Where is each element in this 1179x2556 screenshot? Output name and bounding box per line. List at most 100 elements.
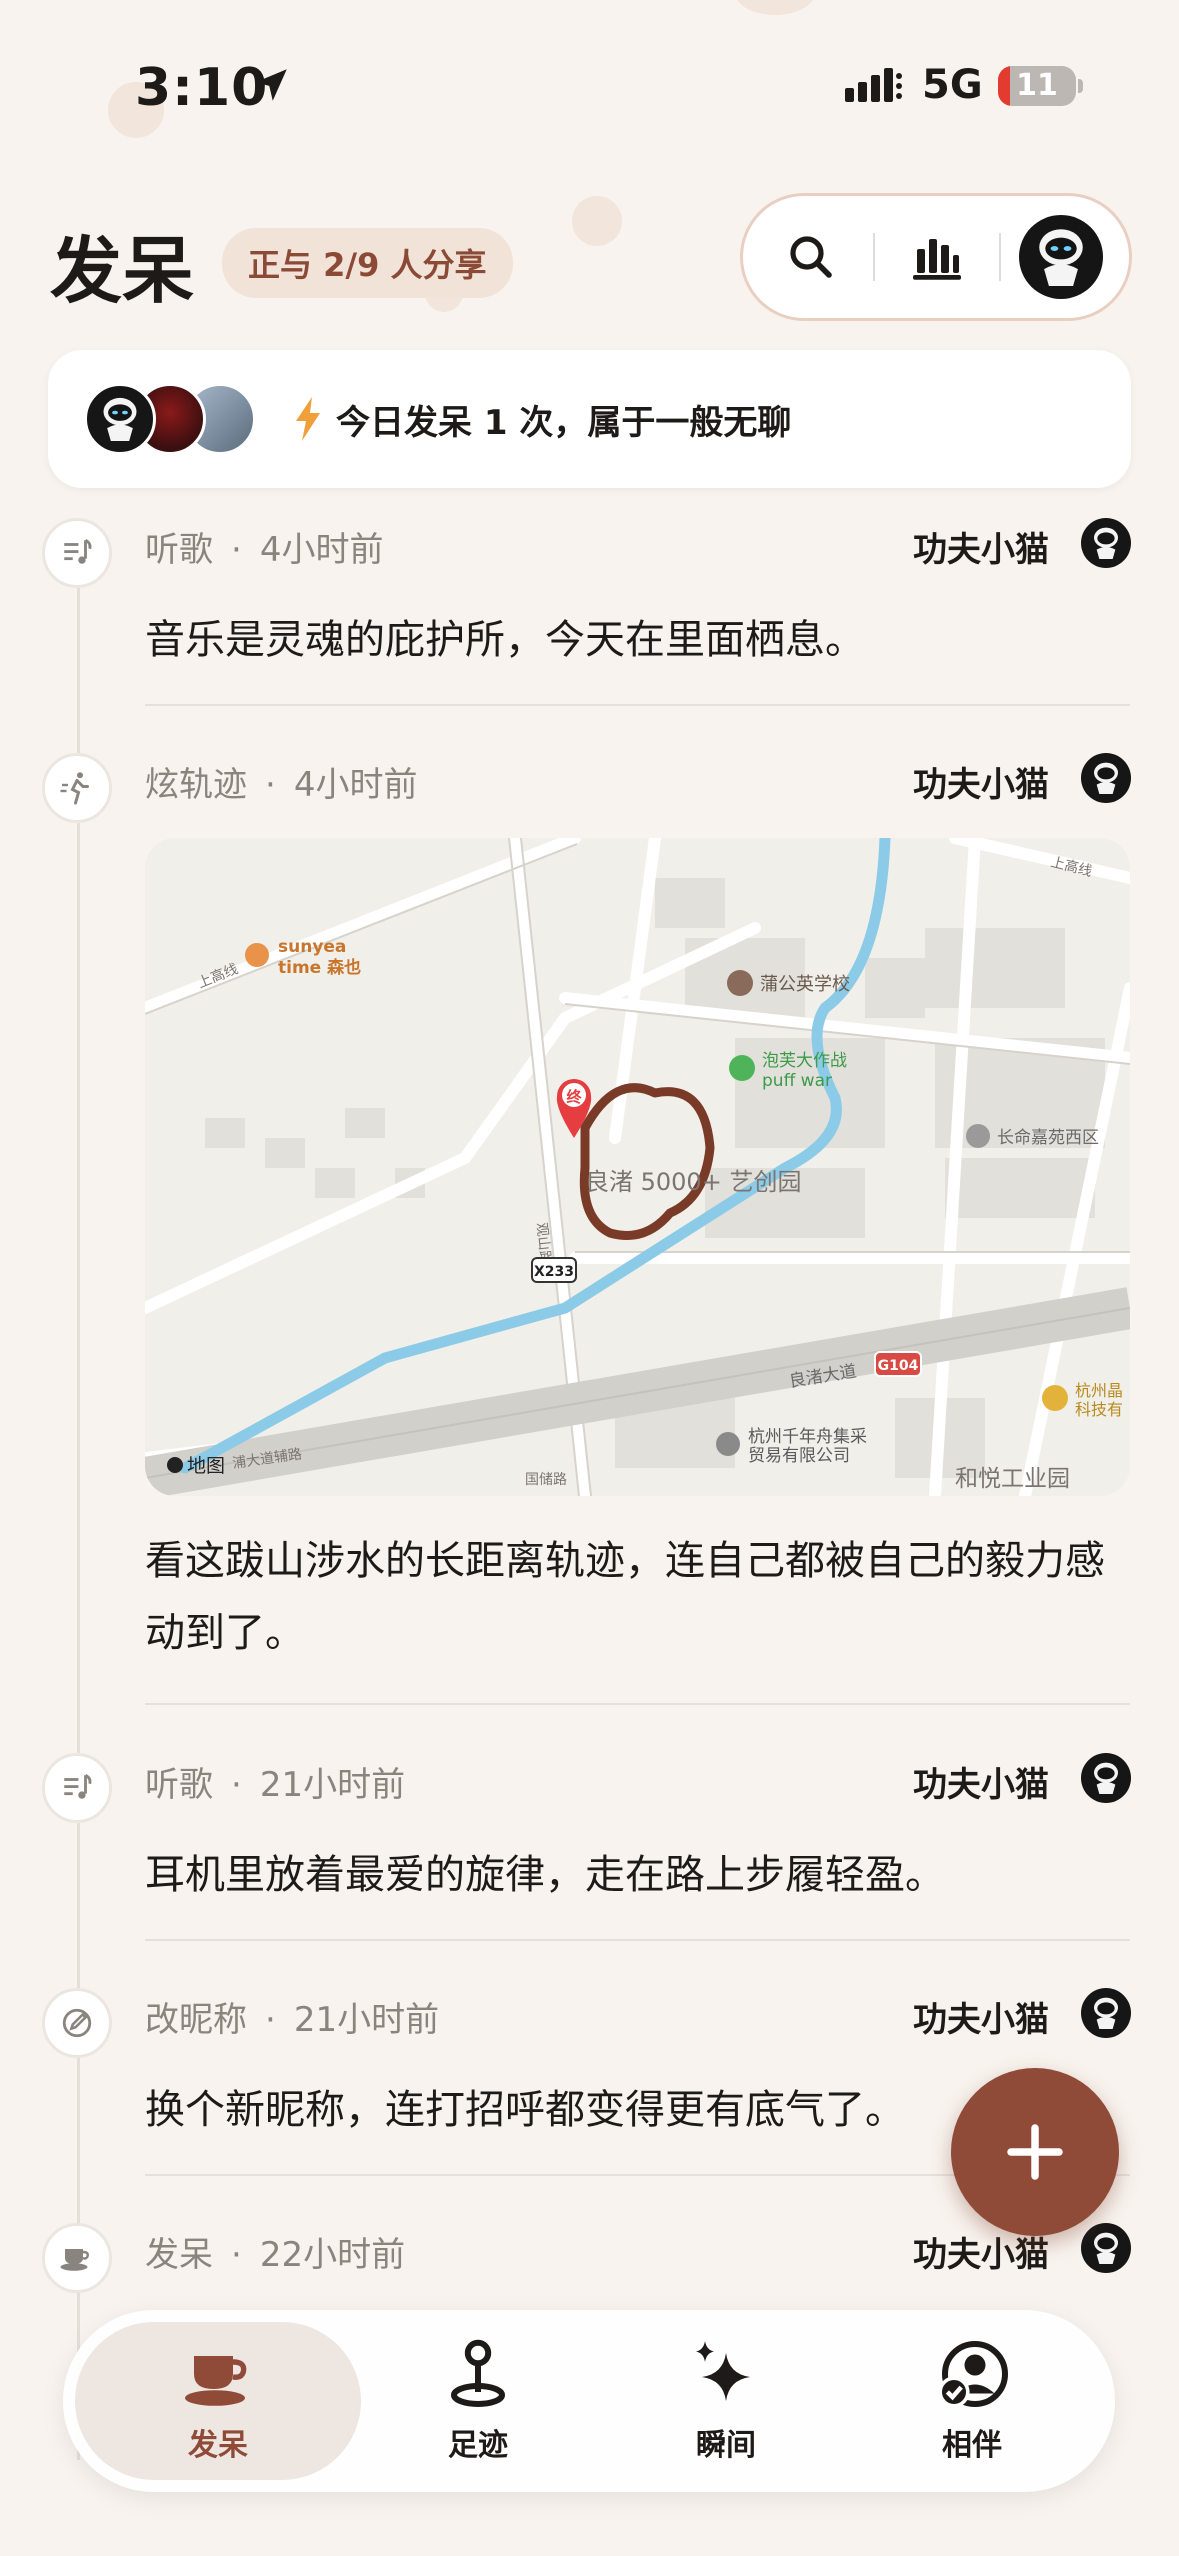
- map-label-jingke2: 科技有: [1075, 1400, 1123, 1419]
- tech-icon: [1042, 1385, 1068, 1411]
- share-badge[interactable]: 正与 2/9 人分享: [222, 228, 513, 298]
- avatar: [84, 383, 156, 455]
- feed-type: 改昵称: [145, 2000, 247, 2040]
- feed-meta: 改昵称 · 21小时前: [145, 2000, 440, 2040]
- shop-icon: [245, 943, 269, 967]
- daily-summary-card[interactable]: 今日发呆 1 次，属于一般无聊: [48, 350, 1131, 488]
- tab-moments[interactable]: 瞬间: [583, 2322, 869, 2480]
- location-arrow-icon: [255, 69, 287, 101]
- map-label-company2: 贸易有限公司: [748, 1446, 850, 1466]
- coffee-cup-icon: [42, 2223, 112, 2293]
- company-icon: [716, 1432, 740, 1456]
- author-avatar[interactable]: [1081, 2223, 1131, 2273]
- background-dot: [572, 196, 622, 246]
- lightning-icon: [296, 397, 320, 441]
- feed-divider: [145, 1939, 1130, 1941]
- map-label-school: 蒲公英学校: [760, 974, 850, 995]
- feed-item[interactable]: 发呆 · 22小时前 功夫小猫: [0, 2215, 1179, 2315]
- feed-meta: 听歌 · 21小时前: [145, 1765, 406, 1805]
- user-avatar[interactable]: [1019, 215, 1103, 299]
- tab-idle[interactable]: 发呆: [75, 2322, 361, 2480]
- author-avatar[interactable]: [1081, 518, 1131, 568]
- track-path: [579, 1083, 715, 1240]
- plus-icon: [1007, 2124, 1063, 2180]
- author-avatar[interactable]: [1081, 1753, 1131, 1803]
- tab-label: 发呆: [188, 2428, 248, 2463]
- tab-label: 足迹: [448, 2428, 508, 2463]
- robot-avatar-icon: [1094, 1997, 1118, 2029]
- apple-logo-icon: [167, 1457, 183, 1473]
- author-avatar[interactable]: [1081, 753, 1131, 803]
- person-check-icon: [938, 2341, 1008, 2408]
- feed-content: 看这跋山涉水的长距离轨迹，连自己都被自己的毅力感动到了。: [145, 1538, 1105, 1656]
- walking-person-icon: [42, 753, 112, 823]
- tab-label: 相伴: [942, 2428, 1002, 2463]
- feed-type: 听歌: [145, 530, 213, 570]
- map-label-jiayuan: 长命嘉苑西区: [997, 1128, 1099, 1148]
- music-note-icon: [42, 1753, 112, 1823]
- feed-item[interactable]: 听歌 · 21小时前 功夫小猫 耳机里放着最爱的旋律，走在路上步履轻盈。: [0, 1745, 1179, 1945]
- feed-time: 22小时前: [259, 2235, 406, 2275]
- feed-divider: [145, 704, 1130, 706]
- feed-content: 耳机里放着最爱的旋律，走在路上步履轻盈。: [145, 1852, 945, 1898]
- edit-name-icon: [42, 1988, 112, 2058]
- tab-bar: 发呆 足迹 瞬间 相伴: [63, 2310, 1115, 2492]
- feed-time: 4小时前: [259, 530, 384, 570]
- location-pin-icon: [451, 2339, 505, 2407]
- feed-item[interactable]: 听歌 · 4小时前 功夫小猫 音乐是灵魂的庇护所，今天在里面栖息。: [0, 510, 1179, 710]
- network-type: 5G: [922, 62, 983, 108]
- music-note-icon: [42, 518, 112, 588]
- author-avatar[interactable]: [1081, 1988, 1131, 2038]
- battery-cap: [1078, 79, 1083, 93]
- summary-text: 今日发呆 1 次，属于一般无聊: [336, 402, 792, 443]
- page-title: 发呆: [50, 229, 195, 313]
- map-label-pufwar: 泡芙大作战: [762, 1051, 847, 1071]
- robot-avatar-icon: [1094, 1762, 1118, 1794]
- tab-footprints[interactable]: 足迹: [335, 2322, 621, 2480]
- map-label-sunyea2: time 森也: [278, 957, 361, 978]
- add-button[interactable]: [951, 2068, 1119, 2236]
- map-label-industrial: 和悦工业园: [955, 1466, 1070, 1492]
- robot-avatar-icon: [1094, 762, 1118, 794]
- map-label-sunyea: sunyea: [278, 937, 346, 957]
- robot-avatar-icon: [103, 397, 137, 441]
- feed-divider: [145, 1703, 1130, 1705]
- feed-author[interactable]: 功夫小猫: [913, 522, 1049, 571]
- feed-type: 发呆: [145, 2235, 213, 2275]
- status-time: 3:10: [135, 58, 269, 118]
- feed-time: 21小时前: [259, 1765, 406, 1805]
- feed-author[interactable]: 功夫小猫: [913, 1757, 1049, 1806]
- feed-type: 炫轨迹: [145, 765, 247, 805]
- map-attribution: 地图: [187, 1455, 225, 1477]
- game-icon: [729, 1055, 755, 1081]
- search-icon: [790, 236, 832, 278]
- map-label-jingke: 杭州晶: [1075, 1381, 1123, 1400]
- header-toolbar: [740, 193, 1132, 321]
- feed-author[interactable]: 功夫小猫: [913, 1992, 1049, 2041]
- track-map[interactable]: 终 sunyea time 森也 蒲公英学校 泡芙大作战 puff war 长命…: [145, 838, 1130, 1496]
- map-label-road3: 上高线: [1049, 853, 1094, 880]
- map-canvas: 终 sunyea time 森也 蒲公英学校 泡芙大作战 puff war 长命…: [145, 838, 1130, 1496]
- feed-meta: 听歌 · 4小时前: [145, 530, 384, 570]
- feed-time: 4小时前: [293, 765, 418, 805]
- tab-label: 瞬间: [696, 2428, 756, 2463]
- robot-avatar-icon: [1039, 229, 1083, 286]
- stats-button[interactable]: [887, 207, 987, 307]
- map-label-road2: 上高线: [195, 960, 240, 991]
- map-label-pufwar2: puff war: [762, 1071, 832, 1091]
- search-button[interactable]: [761, 207, 861, 307]
- robot-avatar-icon: [1094, 527, 1118, 559]
- map-label-company: 杭州千年舟集采: [748, 1427, 867, 1447]
- map-label-g104: G104: [878, 1358, 919, 1374]
- residence-icon: [966, 1124, 990, 1148]
- tab-companions[interactable]: 相伴: [829, 2322, 1115, 2480]
- coffee-cup-icon: [185, 2356, 247, 2406]
- toolbar-divider: [873, 233, 875, 281]
- robot-avatar-icon: [1094, 2232, 1118, 2264]
- sparkle-icon: [696, 2341, 750, 2401]
- feed-author[interactable]: 功夫小猫: [913, 757, 1049, 806]
- battery-level: 11: [1016, 68, 1058, 103]
- status-bar: 3:10 5G 11: [0, 0, 1179, 170]
- feed-meta: 发呆 · 22小时前: [145, 2235, 406, 2275]
- map-label-road5: 国储路: [525, 1472, 567, 1488]
